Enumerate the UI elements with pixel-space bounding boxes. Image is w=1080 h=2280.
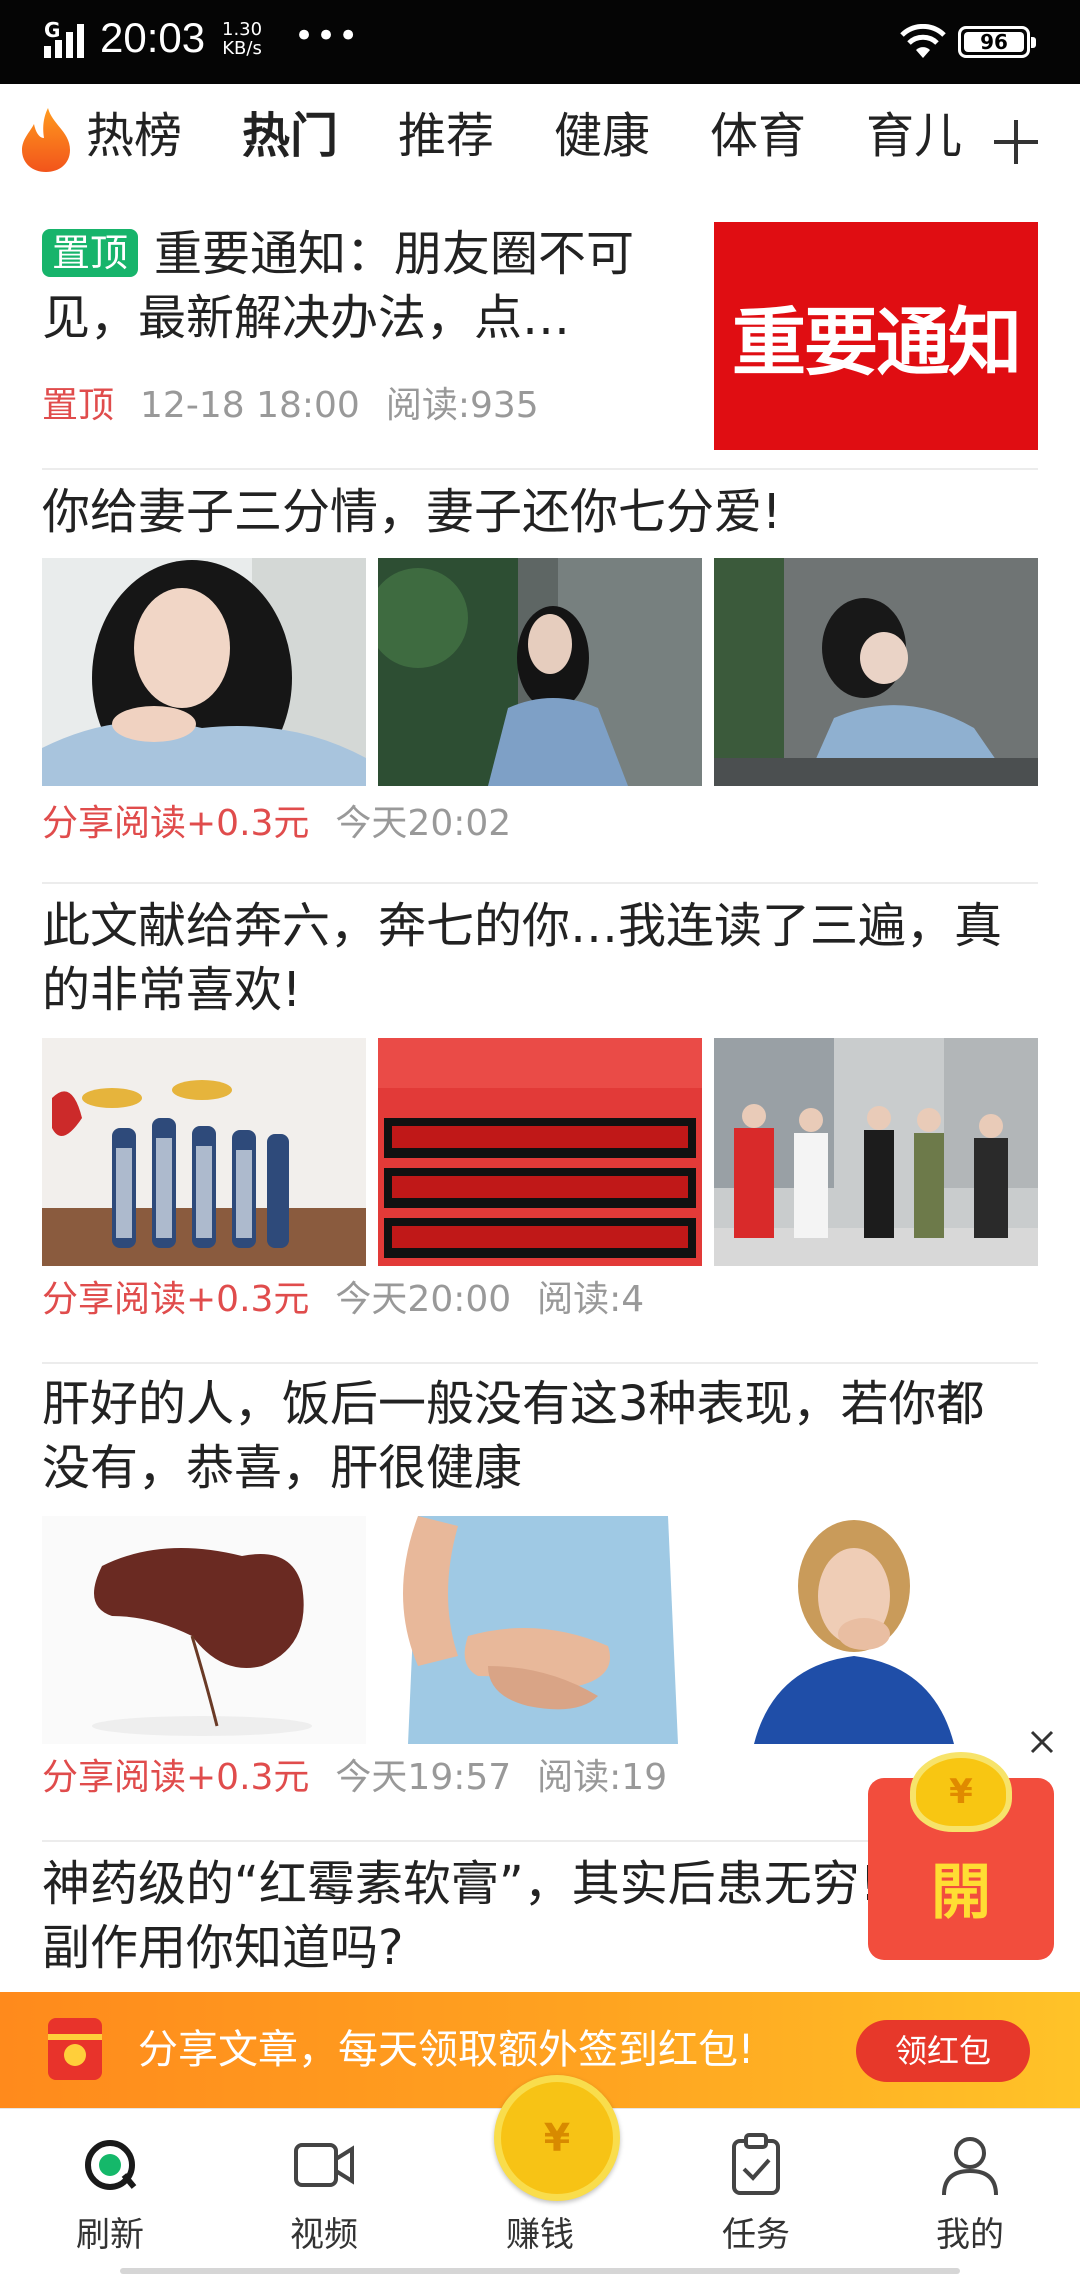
speed-unit: KB/s [222, 38, 262, 59]
tab-popular[interactable]: 热门 [240, 106, 341, 166]
tab-recommended[interactable]: 推荐 [398, 106, 494, 166]
tab-sports[interactable]: 体育 [710, 106, 806, 166]
video-icon [294, 2143, 354, 2187]
article-title[interactable]: 神药级的“红霉素软膏”，其实后患无穷!3个副作用你知道吗? [42, 1852, 1002, 1980]
article-title[interactable]: 你给妻子三分情，妻子还你七分爱! [42, 480, 1038, 544]
tab-health[interactable]: 健康 [554, 106, 650, 166]
battery-level: 96 [964, 32, 1024, 52]
divider [42, 882, 1038, 884]
article-meta: 分享阅读+0.3元 今天20:00 阅读:4 [42, 1279, 645, 1320]
coin-icon: ¥ [494, 2075, 620, 2201]
article-image[interactable] [714, 558, 1038, 786]
more-notifications-icon: ••• [294, 16, 361, 56]
nav-video[interactable]: 视频 [244, 2109, 404, 2280]
profile-icon [942, 2137, 998, 2196]
article-item-pinned[interactable]: 置顶 重要通知：朋友圈不可见，最新解决办法，点… 置顶 12-18 18:00 阅读:… [0, 190, 1080, 470]
red-packet-button[interactable]: ¥ 開 [868, 1752, 1056, 1960]
article-image[interactable] [42, 1516, 366, 1744]
status-bar: G 20:03 1.30 KB/s ••• 96 [0, 0, 1080, 84]
add-category-icon[interactable] [994, 120, 1038, 164]
network-speed: 1.30 KB/s [222, 20, 262, 58]
home-indicator [120, 2268, 960, 2274]
article-image[interactable] [714, 1516, 1038, 1744]
claim-red-packet-button[interactable]: 领红包 [856, 2020, 1030, 2082]
nav-profile[interactable]: 我的 [890, 2109, 1050, 2280]
nav-refresh[interactable]: 刷新 [30, 2109, 190, 2280]
red-envelope-icon [48, 2018, 102, 2080]
article-image[interactable] [378, 1038, 702, 1266]
article-title[interactable]: 置顶 重要通知：朋友圈不可见，最新解决办法，点… [42, 222, 692, 350]
article-image[interactable] [42, 558, 366, 786]
nav-label: 我的 [936, 2215, 1004, 2255]
status-time: 20:03 [100, 14, 206, 61]
nav-label: 赚钱 [506, 2215, 574, 2255]
divider [42, 468, 1038, 470]
coin-icon: ¥ [910, 1752, 1012, 1832]
nav-label: 视频 [290, 2215, 358, 2255]
network-type: G [44, 18, 61, 42]
nav-label: 刷新 [76, 2215, 144, 2255]
flame-icon [22, 108, 70, 172]
article-image[interactable] [42, 1038, 366, 1266]
wifi-icon [900, 24, 946, 58]
article-meta: 置顶 12-18 18:00 阅读:935 [42, 385, 539, 426]
signal-icon: G [44, 18, 94, 58]
article-item[interactable]: 此文献给奔六，奔七的你…我连读了三遍，真的非常喜欢! 分享阅读+0.3元 今天2… [0, 888, 1080, 1358]
article-title[interactable]: 肝好的人，饭后一般没有这3种表现，若你都没有，恭喜，肝很健康 [42, 1372, 1002, 1500]
article-image[interactable] [378, 558, 702, 786]
pinned-badge: 置顶 [42, 229, 139, 277]
article-image[interactable] [714, 1038, 1038, 1266]
nav-earn[interactable]: ¥ 赚钱 [460, 2075, 620, 2280]
close-icon[interactable] [1024, 1724, 1060, 1760]
article-meta: 分享阅读+0.3元 今天19:57 阅读:19 [42, 1757, 668, 1798]
category-tabs: 热榜 热门 推荐 健康 体育 育儿 [0, 84, 1080, 190]
tab-hot-list[interactable]: 热榜 [86, 106, 182, 166]
refresh-icon [85, 2140, 137, 2190]
speed-value: 1.30 [222, 19, 263, 40]
nav-tasks[interactable]: 任务 [676, 2109, 836, 2280]
banner-text: 分享文章，每天领取额外签到红包! [138, 2027, 755, 2073]
article-meta: 分享阅读+0.3元 今天20:02 [42, 803, 512, 844]
battery-icon: 96 [958, 26, 1036, 58]
article-feed[interactable]: 置顶 重要通知：朋友圈不可见，最新解决办法，点… 置顶 12-18 18:00 阅读:… [0, 190, 1080, 1992]
article-title[interactable]: 此文献给奔六，奔七的你…我连读了三遍，真的非常喜欢! [42, 894, 1002, 1022]
nav-label: 任务 [722, 2215, 790, 2255]
article-image[interactable] [378, 1516, 702, 1744]
tab-parenting[interactable]: 育儿 [866, 106, 962, 166]
red-packet-label: 開 [931, 1858, 991, 1928]
task-clipboard-icon [732, 2133, 780, 2195]
bottom-nav: 刷新 视频 ¥ 赚钱 任务 我的 [0, 2075, 1080, 2280]
divider [42, 1362, 1038, 1364]
notice-thumbnail[interactable]: 重要通知 [714, 222, 1038, 450]
